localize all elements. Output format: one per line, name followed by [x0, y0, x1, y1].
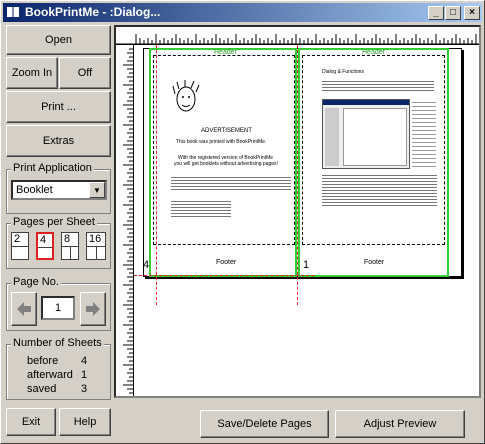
advert-line-1: This book was printed with BookPrintMe. [176, 139, 267, 145]
page-no-legend: Page No. [11, 276, 61, 288]
print-button[interactable]: Print ... [6, 91, 111, 123]
help-button[interactable]: Help [59, 408, 111, 436]
print-application-value: Booklet [16, 184, 53, 196]
print-application-group: Print Application Booklet ▼ [6, 162, 111, 214]
right-body-text [322, 79, 434, 93]
sheets-afterward-value: 1 [81, 369, 88, 381]
arrow-left-icon [17, 302, 31, 316]
maximize-button[interactable]: □ [445, 6, 461, 20]
face-illustration-icon [172, 80, 200, 112]
fold-guide [297, 45, 298, 305]
left-header: Header [214, 49, 237, 56]
embedded-screenshot [322, 99, 410, 169]
zoom-in-button[interactable]: Zoom In [6, 57, 58, 89]
pages-per-sheet-group: Pages per Sheet 2 4 8 16 [6, 216, 111, 269]
adjust-preview-button[interactable]: Adjust Preview [335, 410, 465, 438]
save-delete-pages-button[interactable]: Save/Delete Pages [200, 410, 329, 438]
chevron-down-icon[interactable]: ▼ [89, 182, 105, 198]
right-page-number: 1 [303, 259, 310, 271]
window-title: BookPrintMe - :Dialog... [25, 5, 161, 19]
print-application-select[interactable]: Booklet ▼ [11, 180, 107, 200]
main-window: BookPrintMe - :Dialog... _ □ × Open Zoom… [0, 0, 485, 444]
horizontal-ruler [116, 27, 479, 45]
sheets-afterward-label: afterward [27, 369, 73, 381]
extras-button[interactable]: Extras [6, 125, 111, 157]
sheets-before-label: before [27, 355, 59, 367]
right-footer: Footer [364, 259, 385, 266]
left-body-text [171, 175, 291, 191]
exit-button[interactable]: Exit [6, 408, 56, 436]
right-body-text-2 [322, 173, 437, 207]
sheets-before-value: 4 [81, 355, 88, 367]
book-icon [7, 7, 19, 17]
minimize-button[interactable]: _ [428, 6, 444, 20]
print-application-legend: Print Application [11, 162, 94, 174]
title-bar[interactable]: BookPrintMe - :Dialog... _ □ × [3, 3, 482, 22]
pages-option-16[interactable]: 16 [86, 232, 106, 260]
page-number-input[interactable]: 1 [41, 296, 75, 320]
advert-line-3: you will get booklets without advertisin… [174, 161, 278, 167]
pages-option-4[interactable]: 4 [36, 232, 54, 260]
pages-option-2[interactable]: 2 [11, 232, 29, 260]
left-footer: Footer [216, 259, 237, 266]
close-button[interactable]: × [464, 6, 480, 20]
sheets-saved-label: saved [27, 383, 57, 395]
sheets-saved-value: 3 [81, 383, 88, 395]
pages-per-sheet-legend: Pages per Sheet [11, 216, 97, 228]
page-no-group: Page No. 1 [6, 276, 111, 331]
zoom-off-button[interactable]: Off [59, 57, 111, 89]
number-of-sheets-group: Number of Sheets before 4 afterward 1 sa… [6, 337, 111, 400]
vertical-ruler [116, 45, 134, 396]
advertisement-heading: ADVERTISEMENT [201, 128, 252, 134]
next-page-button[interactable] [80, 292, 106, 326]
open-button[interactable]: Open [6, 25, 111, 55]
right-section-title: Dialog & Functions [322, 69, 364, 75]
left-body-text-2 [171, 199, 231, 217]
right-callouts [412, 99, 436, 169]
arrow-right-icon [86, 302, 100, 316]
pages-option-8[interactable]: 8 [61, 232, 79, 260]
number-of-sheets-legend: Number of Sheets [11, 337, 104, 349]
right-header: Header [362, 49, 385, 56]
previous-page-button[interactable] [11, 292, 37, 326]
bottom-margin-guide [134, 275, 314, 276]
left-margin-guide [156, 45, 157, 305]
left-page-number: 4 [143, 259, 150, 271]
print-preview[interactable]: Header ADVERTISEMENT This book was print… [114, 25, 481, 398]
